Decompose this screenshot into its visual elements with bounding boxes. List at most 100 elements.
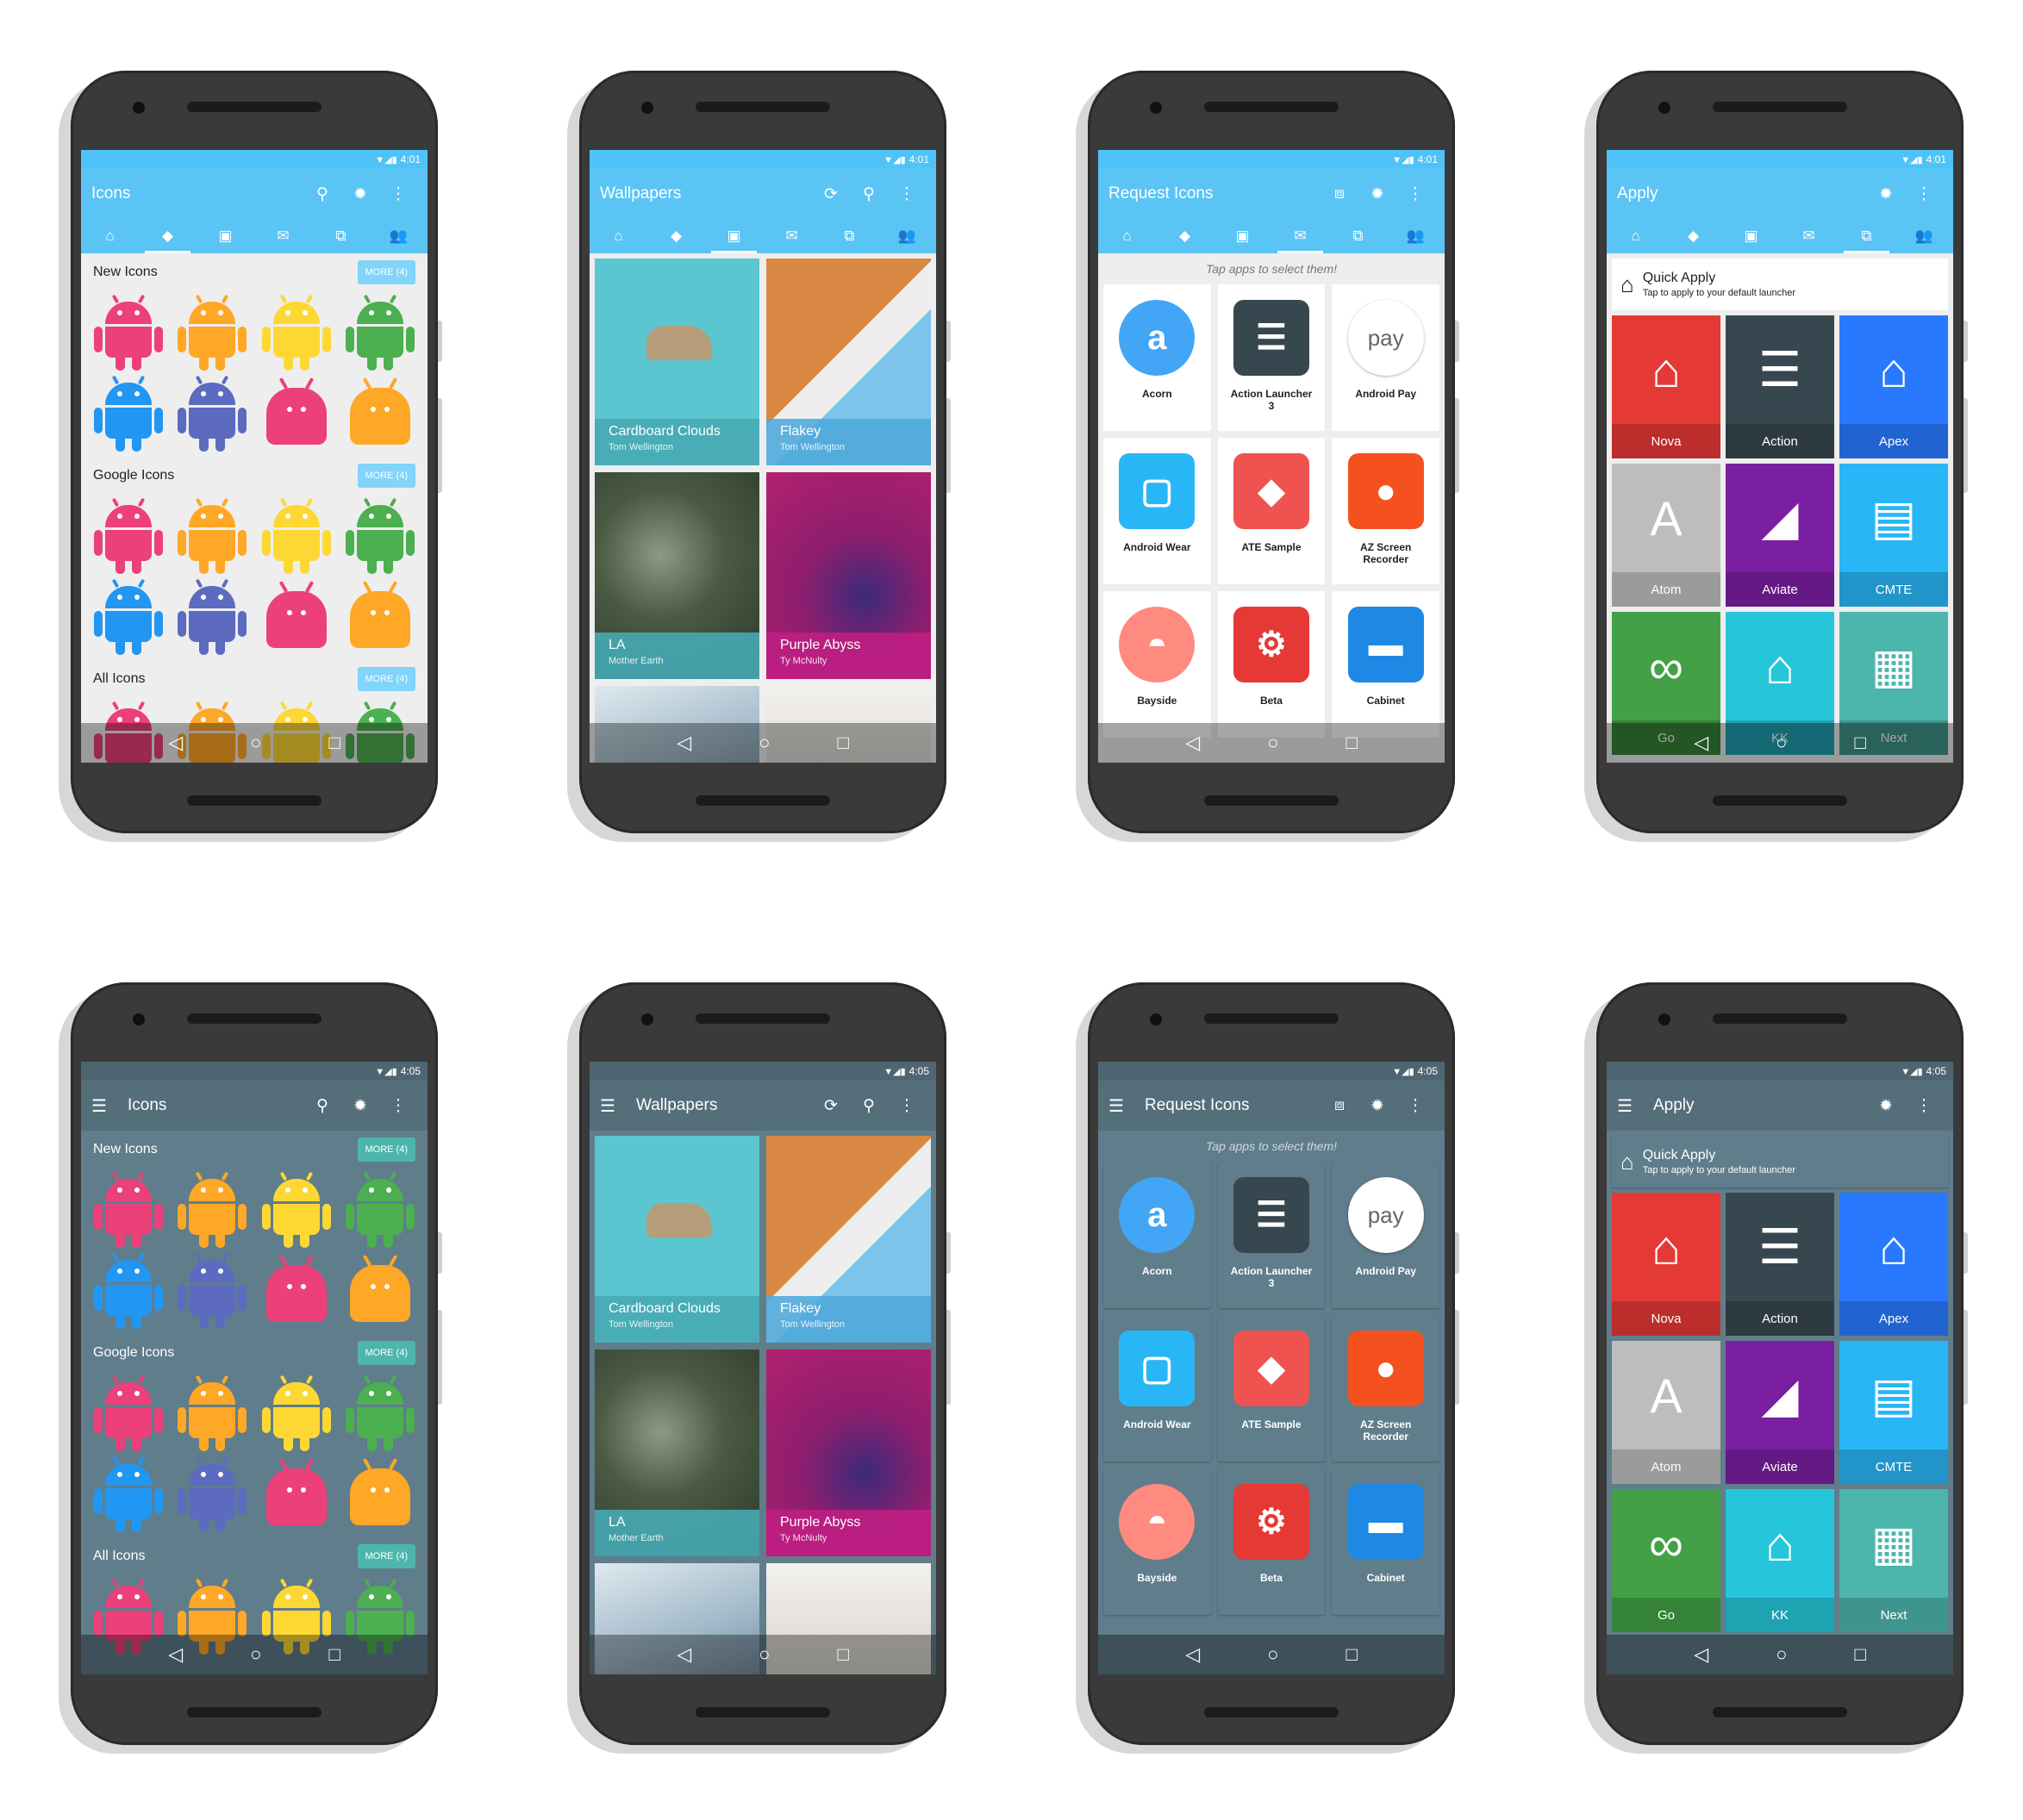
- search-icon[interactable]: ⚲: [303, 184, 341, 204]
- more-icon[interactable]: ⋮: [1396, 184, 1434, 204]
- tab-icons[interactable]: ◆: [139, 219, 197, 253]
- android-icon[interactable]: [261, 1374, 331, 1451]
- back-icon[interactable]: ◁: [168, 1643, 183, 1666]
- recents-icon[interactable]: □: [1346, 1643, 1357, 1666]
- quick-apply-card[interactable]: ⌂ Quick Apply Tap to apply to your default…: [1612, 1136, 1948, 1187]
- app-card[interactable]: pay Android Pay: [1332, 1162, 1439, 1308]
- tab-about[interactable]: 👥: [878, 219, 936, 253]
- more-icon[interactable]: ⋮: [1396, 1096, 1434, 1116]
- bug-icon[interactable]: ✹: [1358, 1096, 1396, 1116]
- tab-icons[interactable]: ◆: [1664, 219, 1722, 253]
- android-icon[interactable]: [178, 1252, 247, 1329]
- android-icon[interactable]: [93, 375, 163, 452]
- android-icon[interactable]: [350, 1456, 411, 1525]
- wallpaper-card[interactable]: Flakey Tom Wellington: [766, 1136, 931, 1343]
- more-icon[interactable]: ⋮: [888, 184, 926, 204]
- home-icon[interactable]: ○: [1776, 1643, 1787, 1666]
- hamburger-icon[interactable]: ☰: [1108, 1095, 1133, 1117]
- more-button[interactable]: MORE (4): [357, 464, 415, 488]
- android-icon[interactable]: [265, 1456, 327, 1525]
- search-icon[interactable]: ⚲: [850, 1096, 888, 1116]
- bug-icon[interactable]: ✹: [1358, 184, 1396, 204]
- app-card[interactable]: ⚙ Beta: [1217, 591, 1326, 738]
- bug-icon[interactable]: ✹: [1867, 184, 1905, 204]
- select-all-icon[interactable]: ⧈: [1321, 184, 1358, 203]
- more-icon[interactable]: ⋮: [1905, 184, 1943, 204]
- hamburger-icon[interactable]: ☰: [91, 1095, 116, 1117]
- android-icon[interactable]: [93, 1455, 163, 1532]
- app-card[interactable]: pay Android Pay: [1332, 284, 1439, 431]
- back-icon[interactable]: ◁: [168, 732, 183, 754]
- launcher-tile[interactable]: A Atom: [1612, 464, 1720, 607]
- android-icon[interactable]: [93, 1374, 163, 1451]
- launcher-tile[interactable]: ⌂ Apex: [1839, 315, 1948, 458]
- tab-request[interactable]: ✉: [763, 219, 821, 253]
- wallpaper-card[interactable]: Flakey Tom Wellington: [766, 259, 931, 465]
- more-icon[interactable]: ⋮: [888, 1096, 926, 1116]
- android-icon[interactable]: [93, 294, 163, 371]
- android-icon[interactable]: [346, 1374, 415, 1451]
- recents-icon[interactable]: □: [1854, 1643, 1865, 1666]
- app-card[interactable]: ☰ Action Launcher 3: [1217, 1162, 1326, 1308]
- tab-icons[interactable]: ◆: [647, 219, 705, 253]
- wallpaper-card[interactable]: Purple Abyss Ty McNulty: [766, 472, 931, 679]
- more-button[interactable]: MORE (4): [357, 1544, 415, 1568]
- recents-icon[interactable]: □: [328, 1643, 340, 1666]
- tab-home[interactable]: ⌂: [81, 219, 139, 253]
- more-button[interactable]: MORE (4): [357, 1138, 415, 1162]
- home-icon[interactable]: ○: [1267, 732, 1278, 754]
- home-icon[interactable]: ○: [759, 1643, 770, 1666]
- launcher-tile[interactable]: ⌂ Nova: [1612, 1193, 1720, 1336]
- tab-home[interactable]: ⌂: [1098, 219, 1156, 253]
- android-icon[interactable]: [178, 294, 247, 371]
- select-all-icon[interactable]: ⧈: [1321, 1096, 1358, 1115]
- android-icon[interactable]: [93, 578, 163, 655]
- home-icon[interactable]: ○: [250, 1643, 261, 1666]
- android-icon[interactable]: [178, 1171, 247, 1248]
- recents-icon[interactable]: □: [837, 1643, 848, 1666]
- app-card[interactable]: ☰ Action Launcher 3: [1217, 284, 1326, 431]
- recents-icon[interactable]: □: [1854, 732, 1865, 754]
- app-card[interactable]: ● AZ Screen Recorder: [1332, 438, 1439, 584]
- tab-icons[interactable]: ◆: [1156, 219, 1214, 253]
- tab-apply[interactable]: ⧉: [1329, 219, 1387, 253]
- app-card[interactable]: ◆ ATE Sample: [1217, 1315, 1326, 1462]
- tab-home[interactable]: ⌂: [590, 219, 647, 253]
- home-icon[interactable]: ○: [759, 732, 770, 754]
- android-icon[interactable]: [346, 294, 415, 371]
- app-card[interactable]: ▬ Cabinet: [1332, 591, 1439, 738]
- wallpaper-card[interactable]: Purple Abyss Ty McNulty: [766, 1349, 931, 1556]
- android-icon[interactable]: [350, 579, 411, 648]
- android-icon[interactable]: [178, 1455, 247, 1532]
- launcher-tile[interactable]: ⌂ Nova: [1612, 315, 1720, 458]
- home-icon[interactable]: ○: [250, 732, 261, 754]
- back-icon[interactable]: ◁: [1694, 1643, 1708, 1666]
- android-icon[interactable]: [346, 1171, 415, 1248]
- launcher-tile[interactable]: ◢ Aviate: [1726, 464, 1834, 607]
- launcher-tile[interactable]: ▦ Next: [1839, 1489, 1948, 1632]
- search-icon[interactable]: ⚲: [303, 1096, 341, 1116]
- back-icon[interactable]: ◁: [1694, 732, 1708, 754]
- wallpaper-card[interactable]: Cardboard Clouds Tom Wellington: [595, 1136, 759, 1343]
- tab-wallpapers[interactable]: ▣: [1722, 219, 1780, 253]
- tab-request[interactable]: ✉: [254, 219, 312, 253]
- recents-icon[interactable]: □: [328, 732, 340, 754]
- android-icon[interactable]: [265, 376, 327, 445]
- hamburger-icon[interactable]: ☰: [600, 1095, 624, 1117]
- tab-request[interactable]: ✉: [1271, 219, 1329, 253]
- more-button[interactable]: MORE (4): [357, 260, 415, 284]
- back-icon[interactable]: ◁: [1185, 1643, 1200, 1666]
- app-card[interactable]: ◓ Bayside: [1103, 1468, 1211, 1615]
- android-icon[interactable]: [93, 1252, 163, 1329]
- home-icon[interactable]: ○: [1267, 1643, 1278, 1666]
- wallpaper-card[interactable]: Cardboard Clouds Tom Wellington: [595, 259, 759, 465]
- app-card[interactable]: ● AZ Screen Recorder: [1332, 1315, 1439, 1462]
- wallpaper-card[interactable]: LA Mother Earth: [595, 472, 759, 679]
- more-button[interactable]: MORE (4): [357, 1341, 415, 1365]
- hamburger-icon[interactable]: ☰: [1617, 1095, 1641, 1117]
- app-card[interactable]: ▬ Cabinet: [1332, 1468, 1439, 1615]
- app-card[interactable]: a Acorn: [1103, 284, 1211, 431]
- launcher-tile[interactable]: A Atom: [1612, 1341, 1720, 1484]
- launcher-tile[interactable]: ▤ CMTE: [1839, 464, 1948, 607]
- launcher-tile[interactable]: ☰ Action: [1726, 1193, 1834, 1336]
